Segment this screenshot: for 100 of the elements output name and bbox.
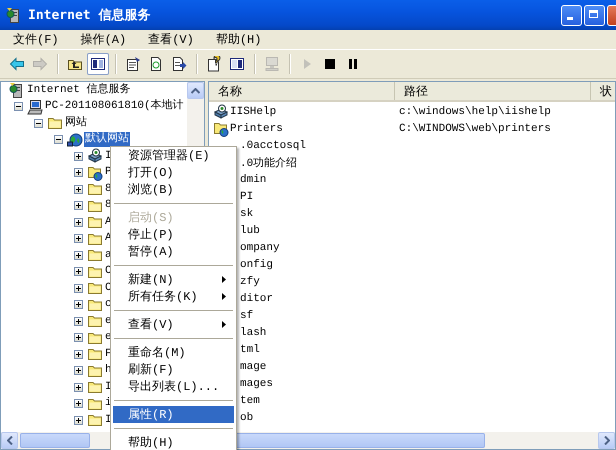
stop-icon bbox=[322, 56, 338, 72]
expand-toggle[interactable] bbox=[74, 168, 83, 178]
list-item[interactable]: IISHelp bbox=[229, 106, 276, 118]
expand-toggle[interactable] bbox=[74, 184, 83, 194]
folder-icon bbox=[87, 346, 103, 362]
folder-icon bbox=[87, 280, 103, 296]
package-icon bbox=[87, 148, 103, 164]
globe-icon bbox=[67, 132, 83, 148]
list-item[interactable]: lash bbox=[239, 326, 266, 338]
expand-toggle[interactable] bbox=[14, 102, 23, 112]
menu-item[interactable]: 属性(R) bbox=[113, 406, 234, 423]
list-item[interactable]: dmin bbox=[239, 174, 266, 186]
column-header[interactable]: 名称 bbox=[209, 82, 395, 100]
menu-item[interactable]: 导出列表(L)... bbox=[113, 378, 234, 395]
expand-toggle[interactable] bbox=[74, 382, 83, 392]
folder-icon bbox=[47, 115, 63, 132]
folder-icon bbox=[87, 247, 103, 264]
list-item[interactable]: tem bbox=[239, 394, 260, 406]
menu-item[interactable]: 重命名(M) bbox=[113, 344, 234, 361]
scroll-right-button[interactable] bbox=[598, 432, 615, 449]
expand-toggle[interactable] bbox=[74, 201, 83, 210]
expand-toggle[interactable] bbox=[74, 234, 83, 244]
list-item[interactable]: ditor bbox=[239, 292, 274, 304]
tree-item[interactable]: PC-201108061810(本地计 bbox=[44, 99, 185, 114]
submenu-arrow-icon bbox=[222, 276, 226, 283]
panel-icon bbox=[229, 56, 245, 72]
expand-toggle[interactable] bbox=[74, 416, 83, 425]
expand-toggle[interactable] bbox=[74, 218, 83, 227]
export-icon bbox=[171, 56, 187, 72]
path-cell: c:\windows\help\iishelp bbox=[399, 106, 551, 118]
panel-icon bbox=[90, 56, 106, 72]
column-header[interactable]: 路径 bbox=[395, 82, 591, 100]
list-item[interactable]: ompany bbox=[239, 242, 280, 254]
folder-icon bbox=[87, 379, 103, 396]
window-title: Internet 信息服务 bbox=[28, 7, 150, 24]
menu-item[interactable]: 查看(V) bbox=[113, 316, 234, 333]
folder-icon bbox=[87, 181, 103, 198]
scroll-thumb[interactable] bbox=[235, 433, 485, 448]
submenu-arrow-icon bbox=[222, 293, 226, 300]
tree-item[interactable]: 默认网站 bbox=[84, 132, 130, 148]
tree-item[interactable]: Internet 信息服务 bbox=[26, 82, 132, 98]
list-item[interactable]: PI bbox=[239, 190, 254, 202]
document-icon bbox=[125, 56, 141, 72]
menu-item[interactable]: 停止(P) bbox=[113, 226, 234, 243]
list-item[interactable]: sk bbox=[239, 208, 254, 220]
maximize-button[interactable] bbox=[584, 4, 605, 26]
list-item[interactable]: onfig bbox=[239, 258, 274, 270]
list-item[interactable]: mages bbox=[239, 378, 274, 390]
list-item[interactable]: zfy bbox=[239, 276, 260, 288]
list-item[interactable]: .0功能介绍 bbox=[239, 155, 298, 170]
menu-item[interactable]: 暂停(A) bbox=[113, 243, 234, 260]
list-item[interactable]: mage bbox=[239, 360, 266, 372]
menu-item[interactable]: 所有任务(K) bbox=[113, 288, 234, 305]
refresh-icon bbox=[148, 56, 164, 72]
package-icon bbox=[213, 104, 229, 120]
list-item[interactable]: Printers bbox=[229, 122, 283, 134]
scroll-up-button[interactable] bbox=[187, 82, 204, 99]
scroll-thumb[interactable] bbox=[20, 433, 90, 448]
expand-toggle[interactable] bbox=[74, 316, 83, 326]
menu-item[interactable]: 浏览(B) bbox=[113, 181, 234, 198]
help-icon bbox=[206, 56, 222, 72]
menu-item[interactable]: 帮助(H) bbox=[208, 30, 268, 49]
folder-icon bbox=[87, 412, 103, 428]
expand-toggle[interactable] bbox=[74, 250, 83, 260]
server-icon bbox=[9, 82, 25, 98]
menu-item[interactable]: 打开(O) bbox=[113, 164, 234, 181]
expand-toggle[interactable] bbox=[74, 333, 83, 342]
expand-toggle[interactable] bbox=[74, 350, 83, 359]
folder-icon bbox=[87, 164, 103, 181]
path-cell: C:\WINDOWS\web\printers bbox=[399, 122, 551, 134]
folder-icon bbox=[87, 214, 103, 230]
expand-toggle[interactable] bbox=[54, 135, 63, 144]
menu-item[interactable]: 查看(V) bbox=[141, 30, 201, 49]
expand-toggle[interactable] bbox=[74, 267, 83, 276]
expand-toggle[interactable] bbox=[74, 300, 83, 310]
list-item[interactable]: lub bbox=[239, 224, 260, 236]
list-item[interactable]: tml bbox=[239, 344, 260, 356]
menu-item[interactable]: 新建(N) bbox=[113, 271, 234, 288]
computer-icon bbox=[264, 56, 280, 72]
expand-toggle[interactable] bbox=[74, 399, 83, 408]
expand-toggle[interactable] bbox=[74, 284, 83, 293]
expand-toggle[interactable] bbox=[74, 152, 83, 161]
menu-item[interactable]: 文件(F) bbox=[6, 30, 66, 49]
expand-toggle[interactable] bbox=[34, 118, 43, 128]
show-tree-button[interactable] bbox=[87, 53, 109, 75]
menu-item[interactable]: 帮助(H) bbox=[113, 434, 234, 450]
server-icon bbox=[6, 7, 22, 23]
menu-item[interactable]: 刷新(F) bbox=[113, 361, 234, 378]
menu-item[interactable]: 操作(A) bbox=[74, 30, 134, 49]
scroll-left-button[interactable] bbox=[1, 432, 18, 449]
minimize-button[interactable] bbox=[561, 4, 582, 26]
column-header[interactable]: 状 bbox=[591, 82, 612, 100]
menu-item[interactable]: 资源管理器(E) bbox=[113, 147, 234, 164]
computer-icon bbox=[27, 98, 43, 115]
list-item[interactable]: ob bbox=[239, 412, 254, 424]
list-item[interactable]: sf bbox=[239, 310, 254, 322]
expand-toggle[interactable] bbox=[74, 366, 83, 376]
list-item[interactable]: .0acctosql bbox=[239, 140, 306, 152]
tree-item[interactable]: 网站 bbox=[64, 116, 88, 131]
submenu-arrow-icon bbox=[222, 321, 226, 328]
